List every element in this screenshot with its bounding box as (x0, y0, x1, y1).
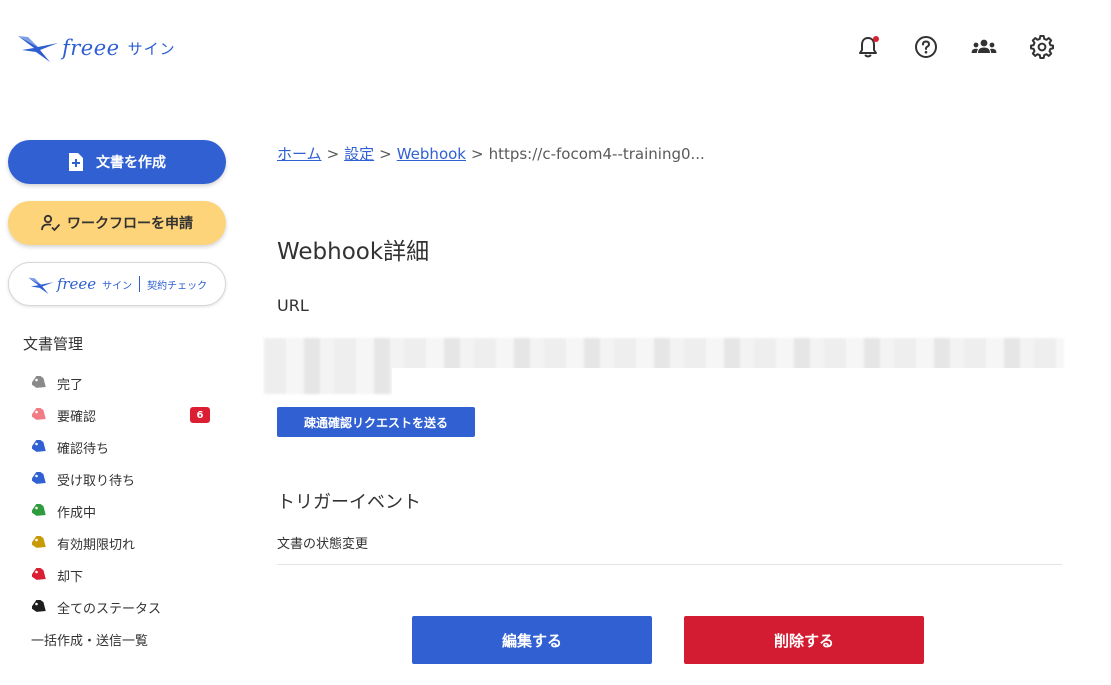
breadcrumb-settings-link[interactable]: 設定 (344, 143, 374, 164)
tag-icon (32, 408, 48, 422)
page-title: Webhook詳細 (277, 239, 430, 265)
create-document-button[interactable]: 文書を作成 (8, 140, 226, 184)
create-document-label: 文書を作成 (96, 155, 166, 171)
tag-icon (32, 440, 48, 454)
freee-sign-logo[interactable]: freee サイン (16, 30, 176, 66)
sidebar-item-status[interactable]: 確認待ち (32, 435, 212, 459)
breadcrumb-webhook-link[interactable]: Webhook (397, 145, 466, 163)
user-check-icon (41, 214, 61, 232)
sidebar-item-status[interactable]: 受け取り待ち (32, 467, 212, 491)
notification-dot (873, 36, 879, 42)
sidebar-item-status[interactable]: 却下 (32, 563, 212, 587)
sidebar-item-status[interactable]: 全てのステータス (32, 595, 212, 619)
settings-button[interactable] (1027, 34, 1057, 64)
sidebar-item-label: 完了 (57, 377, 84, 393)
sidebar-item-status[interactable]: 有効期限切れ (32, 531, 212, 555)
team-icon (970, 36, 998, 62)
breadcrumb-home-link[interactable]: ホーム (277, 143, 322, 164)
breadcrumb-separator: > (471, 144, 484, 163)
contract-check-product: サイン (102, 280, 133, 292)
sidebar-item-label: 有効期限切れ (57, 537, 136, 553)
count-badge: 6 (190, 407, 210, 423)
sidebar-item-status[interactable]: 要確認 6 (32, 403, 212, 427)
sidebar-item-label: 全てのステータス (57, 601, 162, 617)
breadcrumb-separator: > (379, 144, 392, 163)
sidebar-item-label: 受け取り待ち (57, 473, 136, 489)
breadcrumb: ホーム > 設定 > Webhook > https://c-focom4--t… (277, 143, 705, 164)
trigger-event-value: 文書の状態変更 (277, 537, 369, 552)
tag-icon (32, 568, 48, 582)
swallow-logo-icon (27, 272, 55, 296)
swallow-logo-icon (16, 28, 60, 68)
add-document-icon (68, 152, 84, 172)
breadcrumb-separator: > (326, 144, 340, 163)
tag-icon (32, 536, 48, 550)
notification-button[interactable] (853, 34, 883, 64)
document-management-heading: 文書管理 (23, 335, 84, 353)
sidebar-item-label: 要確認 (57, 409, 97, 425)
connectivity-test-button[interactable]: 疎通確認リクエストを送る (277, 407, 475, 437)
url-value-mask (392, 368, 1072, 398)
delete-button[interactable]: 削除する (684, 616, 924, 664)
sidebar-item-bulk[interactable]: 一括作成・送信一覧 (31, 630, 148, 649)
url-label: URL (277, 296, 309, 315)
workflow-request-button[interactable]: ワークフローを申請 (8, 201, 226, 245)
breadcrumb-current: https://c-focom4--training0... (488, 144, 705, 163)
contract-check-brand: freee (56, 275, 97, 293)
team-button[interactable] (969, 34, 999, 64)
logo-product-text: サイン (127, 39, 176, 58)
sidebar-item-status[interactable]: 完了 (32, 371, 212, 395)
help-button[interactable] (911, 34, 941, 64)
help-icon (914, 35, 938, 63)
sidebar-item-status[interactable]: 作成中 (32, 499, 212, 523)
contract-check-button[interactable]: freee サイン 契約チェック (8, 262, 226, 306)
gear-icon (1030, 35, 1054, 63)
tag-icon (32, 472, 48, 486)
sidebar-item-label: 却下 (57, 569, 84, 585)
logo-brand-text: freee (62, 36, 120, 60)
contract-check-label: 契約チェック (147, 280, 208, 292)
tag-icon (32, 504, 48, 518)
workflow-request-label: ワークフローを申請 (67, 216, 193, 232)
sidebar-item-label: 確認待ち (57, 441, 110, 457)
trigger-event-heading: トリガーイベント (277, 492, 421, 513)
divider (139, 276, 141, 292)
tag-icon (32, 600, 48, 614)
tag-icon (32, 376, 48, 390)
edit-button[interactable]: 編集する (412, 616, 652, 664)
sidebar-item-label: 作成中 (57, 505, 97, 521)
section-divider (277, 564, 1062, 565)
